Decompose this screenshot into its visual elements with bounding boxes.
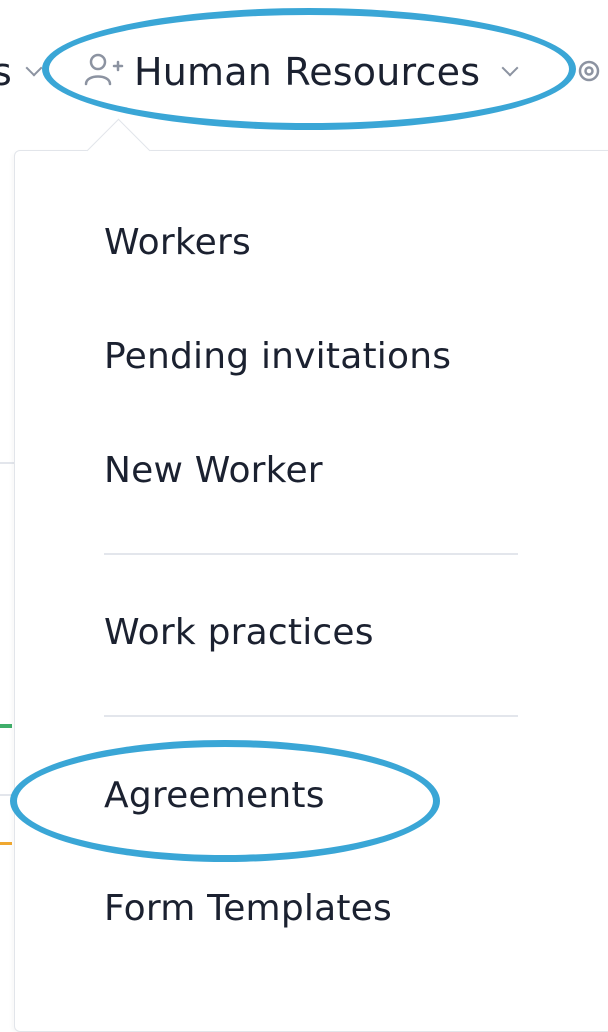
person-add-icon — [84, 52, 124, 92]
menu-divider — [104, 715, 518, 717]
menu-item-work-practices[interactable]: Work practices — [104, 612, 374, 653]
nav-item-human-resources[interactable]: Human Resources — [84, 46, 519, 98]
nav-item-previous-label: s — [0, 50, 12, 94]
background-orange-accent — [0, 842, 12, 845]
nav-item-previous[interactable]: s — [0, 46, 43, 98]
menu-item-pending-invitations[interactable]: Pending invitations — [104, 336, 451, 377]
gear-icon[interactable] — [574, 56, 604, 86]
menu-item-agreements[interactable]: Agreements — [104, 775, 325, 816]
background-divider — [0, 462, 14, 464]
menu-item-form-templates[interactable]: Form Templates — [104, 888, 392, 929]
background-green-accent — [0, 724, 12, 728]
menu-item-new-worker[interactable]: New Worker — [104, 450, 323, 491]
chevron-down-icon — [501, 59, 519, 77]
menu-divider — [104, 553, 518, 555]
chevron-down-icon — [25, 59, 43, 77]
background-divider — [0, 794, 14, 796]
menu-item-workers[interactable]: Workers — [104, 222, 251, 263]
nav-item-human-resources-label: Human Resources — [134, 50, 481, 94]
